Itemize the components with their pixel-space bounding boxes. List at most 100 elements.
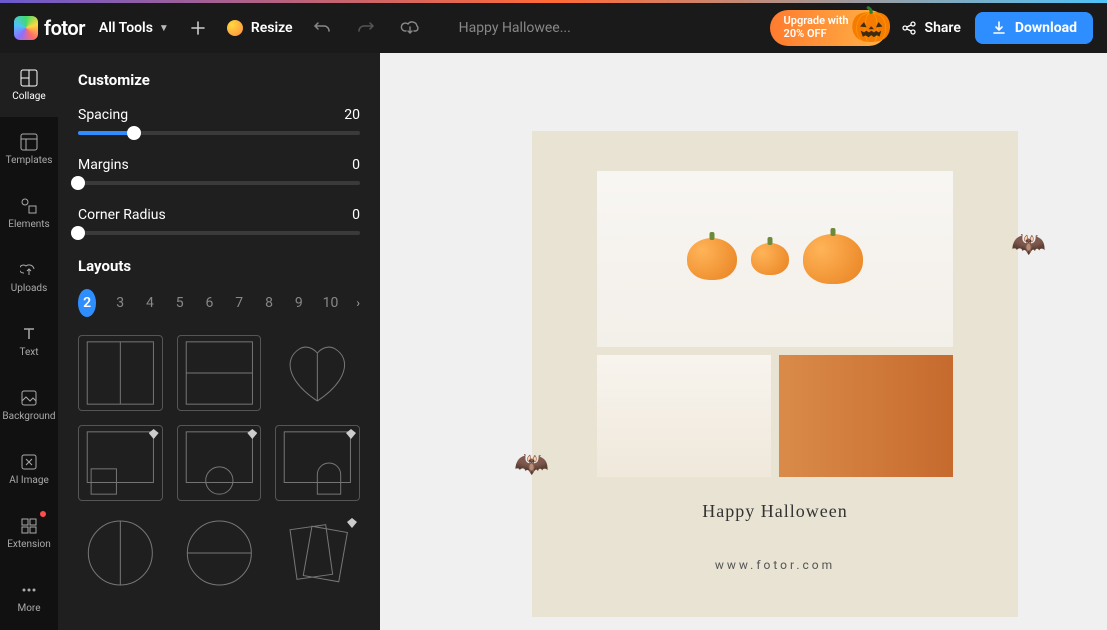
- chevron-down-icon: ▼: [159, 23, 169, 34]
- all-tools-label: All Tools: [99, 20, 153, 36]
- tab-6[interactable]: 6: [204, 295, 216, 311]
- bat-icon: 🦇: [1011, 227, 1046, 260]
- canvas-caption[interactable]: Happy Halloween: [702, 501, 847, 522]
- notification-dot-icon: [40, 511, 46, 517]
- rail-item-templates[interactable]: Templates: [0, 117, 58, 181]
- tab-4[interactable]: 4: [144, 295, 156, 311]
- share-button[interactable]: Share: [901, 20, 961, 36]
- rail-item-extension[interactable]: Extension: [0, 501, 58, 565]
- layouts-title: Layouts: [78, 257, 360, 275]
- resize-label: Resize: [251, 20, 293, 36]
- text-icon: [20, 325, 38, 343]
- slider-handle[interactable]: [71, 226, 85, 240]
- spacing-value: 20: [344, 107, 360, 123]
- pumpkin-icon: [803, 234, 863, 284]
- tab-9[interactable]: 9: [293, 295, 305, 311]
- elements-icon: [20, 197, 38, 215]
- layout-thumb[interactable]: [78, 425, 163, 501]
- slider-handle[interactable]: [127, 126, 141, 140]
- collage-cell-bottom-right[interactable]: [779, 355, 953, 477]
- all-tools-dropdown[interactable]: All Tools ▼: [99, 20, 169, 36]
- rail-item-more[interactable]: More: [0, 565, 58, 629]
- logo-mark-icon: [14, 16, 38, 40]
- collage-cell-top[interactable]: [597, 171, 953, 347]
- left-rail: Collage Templates Elements Uploads Text …: [0, 53, 58, 630]
- upgrade-line2: 20% OFF: [784, 28, 849, 41]
- rail-item-uploads[interactable]: Uploads: [0, 245, 58, 309]
- layout-thumb[interactable]: [177, 425, 262, 501]
- rail-label: Extension: [7, 539, 51, 550]
- download-button[interactable]: Download: [975, 12, 1093, 44]
- rail-label: AI Image: [9, 475, 49, 486]
- rail-label: Collage: [12, 91, 45, 102]
- ai-image-icon: [20, 453, 38, 471]
- rail-item-elements[interactable]: Elements: [0, 181, 58, 245]
- tab-8[interactable]: 8: [263, 295, 275, 311]
- tab-3[interactable]: 3: [114, 295, 126, 311]
- app-header: fotor All Tools ▼ Resize Happy Hallowee.…: [0, 3, 1107, 53]
- redo-button[interactable]: [351, 13, 381, 43]
- layout-thumb[interactable]: [275, 425, 360, 501]
- share-icon: [901, 20, 917, 36]
- more-icon: [20, 581, 38, 599]
- rail-item-background[interactable]: Background: [0, 373, 58, 437]
- brand-name: fotor: [44, 16, 85, 40]
- background-icon: [20, 389, 38, 407]
- resize-icon: [227, 20, 243, 36]
- spacing-slider[interactable]: [78, 131, 360, 135]
- rail-label: Background: [2, 411, 55, 422]
- resize-button[interactable]: Resize: [227, 20, 293, 36]
- tab-10[interactable]: 10: [323, 295, 339, 311]
- cloud-sync-button[interactable]: [395, 13, 425, 43]
- cloud-icon: [400, 19, 420, 37]
- undo-button[interactable]: [307, 13, 337, 43]
- rail-item-text[interactable]: Text: [0, 309, 58, 373]
- customize-panel: Customize Spacing 20 Margins 0 Corner Ra…: [58, 53, 380, 630]
- tab-2[interactable]: 2: [78, 289, 96, 317]
- tab-5[interactable]: 5: [174, 295, 186, 311]
- rail-label: Uploads: [11, 283, 47, 294]
- layouts-count-tabs: 2 3 4 5 6 7 8 9 10 ›: [78, 289, 360, 317]
- download-icon: [991, 20, 1007, 36]
- slider-handle[interactable]: [71, 176, 85, 190]
- uploads-icon: [20, 261, 38, 279]
- bat-icon: 🦇: [514, 447, 549, 480]
- layout-thumb[interactable]: [78, 515, 163, 591]
- collage-frame[interactable]: 🦇 🦇: [597, 171, 953, 477]
- templates-icon: [20, 133, 38, 151]
- margins-slider[interactable]: [78, 181, 360, 185]
- corner-value: 0: [352, 207, 360, 223]
- canvas-url[interactable]: www.fotor.com: [715, 558, 835, 572]
- collage-cell-bottom-left[interactable]: [597, 355, 771, 477]
- margins-label: Margins: [78, 157, 129, 173]
- document-title[interactable]: Happy Hallowee...: [459, 20, 571, 36]
- layout-thumb[interactable]: [275, 515, 360, 591]
- panel-title: Customize: [78, 71, 360, 89]
- rail-item-collage[interactable]: Collage: [0, 53, 58, 117]
- canvas-area[interactable]: 🦇 🦇 Happy Halloween www.fotor.com: [380, 53, 1107, 630]
- logo[interactable]: fotor: [14, 16, 85, 40]
- redo-icon: [357, 19, 375, 37]
- layout-thumb[interactable]: [177, 515, 262, 591]
- pumpkin-icon: [687, 238, 737, 280]
- tabs-next-button[interactable]: ›: [356, 296, 360, 310]
- layout-thumb[interactable]: [78, 335, 163, 411]
- rail-label: Text: [19, 347, 38, 358]
- layout-thumb[interactable]: [275, 335, 360, 411]
- upgrade-button[interactable]: Upgrade with 20% OFF: [770, 10, 887, 45]
- rail-item-ai-image[interactable]: AI Image: [0, 437, 58, 501]
- collage-icon: [20, 69, 38, 87]
- layout-grid: [78, 335, 360, 591]
- corner-slider[interactable]: [78, 231, 360, 235]
- share-label: Share: [925, 20, 961, 36]
- undo-icon: [313, 19, 331, 37]
- tab-7[interactable]: 7: [233, 295, 245, 311]
- pumpkin-icon: [751, 243, 789, 275]
- canvas-document[interactable]: 🦇 🦇 Happy Halloween www.fotor.com: [532, 131, 1018, 617]
- rail-label: Elements: [8, 219, 49, 230]
- extension-icon: [20, 517, 38, 535]
- rail-label: Templates: [6, 155, 53, 166]
- layout-thumb[interactable]: [177, 335, 262, 411]
- margins-value: 0: [352, 157, 360, 173]
- add-button[interactable]: [183, 13, 213, 43]
